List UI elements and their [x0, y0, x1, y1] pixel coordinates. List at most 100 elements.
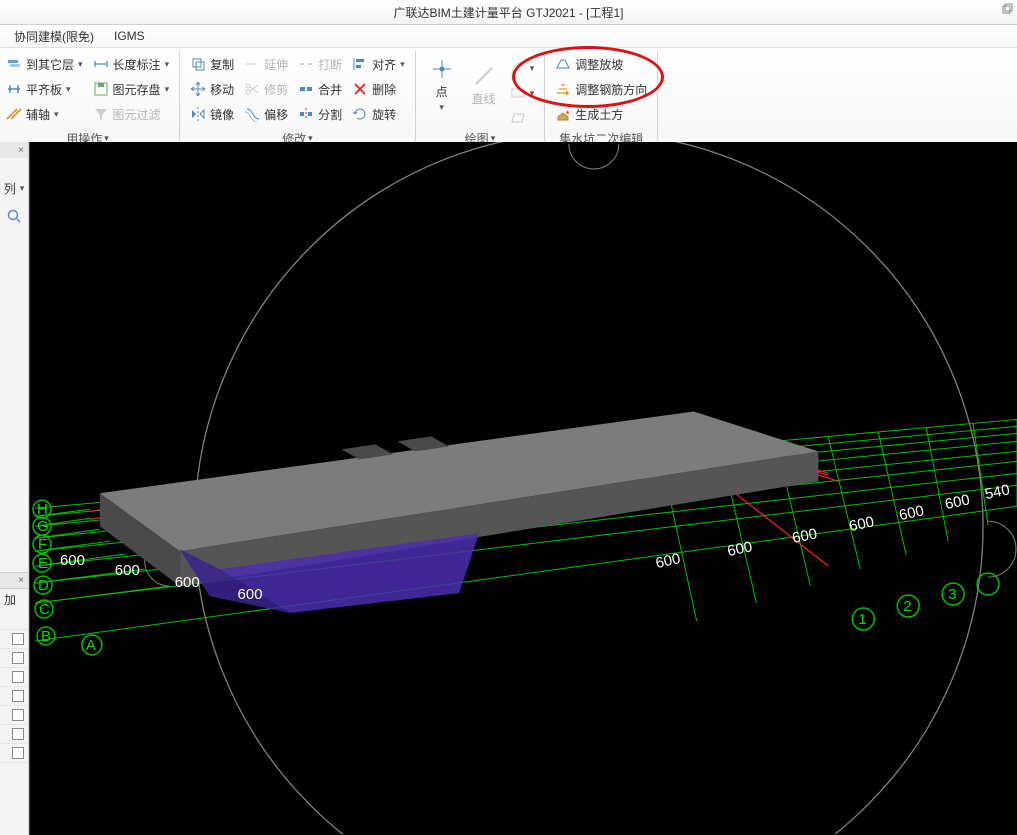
chevron-down-icon: ▾ [78, 59, 83, 70]
checkbox[interactable] [12, 690, 24, 702]
align-button[interactable]: 对齐▾ [348, 53, 409, 75]
chevron-down-icon: ▾ [66, 84, 71, 95]
svg-text:600: 600 [238, 586, 263, 603]
extend-icon [244, 56, 260, 72]
rect-icon [510, 85, 526, 101]
split-icon [298, 106, 314, 122]
aux-axis-button[interactable]: 辅轴▾ [2, 103, 87, 125]
checkbox[interactable] [12, 671, 24, 683]
checkbox[interactable] [12, 652, 24, 664]
title-bar: 广联达BIM土建计量平台 GTJ2021 - [工程1] [0, 0, 1017, 25]
offset-button[interactable]: 偏移 [240, 103, 292, 125]
parallelogram-icon [510, 110, 526, 126]
to-other-layer-button[interactable]: 到其它层▾ [2, 53, 87, 75]
checkbox[interactable] [12, 747, 24, 759]
split-button[interactable]: 分割 [294, 103, 346, 125]
svg-text:600: 600 [848, 513, 876, 535]
property-row[interactable] [0, 630, 28, 649]
svg-text:600: 600 [898, 502, 926, 524]
svg-text:2: 2 [903, 598, 911, 615]
adjust-rebar-dir-button[interactable]: 调整钢筋方向 [551, 78, 651, 100]
earthwork-icon [555, 106, 571, 122]
length-dim-button[interactable]: 长度标注▾ [89, 53, 174, 75]
menu-bar: 协同建模(限免) IGMS [0, 25, 1017, 48]
svg-text:E: E [38, 555, 48, 572]
property-row[interactable] [0, 725, 28, 744]
rotate-icon [352, 106, 368, 122]
line-button: 直线 [464, 55, 504, 115]
svg-text:B: B [41, 628, 51, 645]
rebar-dir-icon [555, 81, 571, 97]
ribbon-group-modify: 复制 移动 镜像 延伸 修剪 偏移 打断 合并 分割 对齐▾ 删除 旋转 修改 … [180, 51, 416, 147]
svg-text:540: 540 [983, 481, 1011, 503]
move-button[interactable]: 移动 [186, 78, 238, 100]
checkbox[interactable] [12, 728, 24, 740]
ribbon-group-sump-edit: 调整放坡 调整钢筋方向 生成土方 集水坑二次编辑 [545, 51, 658, 147]
point-button[interactable]: 点 ▾ [422, 55, 462, 115]
chevron-down-icon: ▾ [54, 109, 59, 120]
property-row[interactable] [0, 744, 28, 763]
merge-button[interactable]: 合并 [294, 78, 346, 100]
more-shapes-button [506, 107, 539, 129]
checkbox[interactable] [12, 709, 24, 721]
extend-button: 延伸 [240, 53, 292, 75]
menu-collab[interactable]: 协同建模(限免) [4, 26, 104, 47]
svg-text:600: 600 [791, 525, 819, 547]
svg-text:A: A [86, 637, 96, 654]
svg-text:D: D [38, 577, 49, 594]
point-icon [430, 57, 454, 81]
panel-close-icon[interactable]: × [0, 573, 28, 589]
copy-button[interactable]: 复制 [186, 53, 238, 75]
align-board-icon [6, 81, 22, 97]
rect-button: ▾ [506, 82, 539, 104]
svg-text:G: G [37, 518, 49, 535]
property-row[interactable] [0, 687, 28, 706]
length-dim-icon [93, 56, 109, 72]
align-icon [352, 56, 368, 72]
copy-icon [190, 56, 206, 72]
svg-text:600: 600 [943, 491, 971, 513]
break-icon [298, 56, 314, 72]
side-panel: × 列 ▾ × 加 [0, 142, 29, 835]
svg-text:H: H [37, 501, 48, 518]
svg-text:C: C [39, 601, 50, 618]
arc-button: ▾ [506, 57, 539, 79]
window-restore-icon[interactable] [1002, 3, 1014, 15]
svg-text:1: 1 [858, 611, 866, 628]
to-other-layer-icon [6, 56, 22, 72]
trim-button: 修剪 [240, 78, 292, 100]
slope-icon [555, 56, 571, 72]
panel-close-icon[interactable]: × [0, 142, 28, 158]
list-button[interactable]: 列 ▾ [0, 178, 28, 198]
mirror-button[interactable]: 镜像 [186, 103, 238, 125]
svg-text:600: 600 [60, 552, 85, 569]
aux-axis-icon [6, 106, 22, 122]
property-row[interactable] [0, 611, 28, 630]
rotate-button[interactable]: 旋转 [348, 103, 409, 125]
move-icon [190, 81, 206, 97]
svg-text:F: F [38, 536, 47, 553]
svg-text:600: 600 [654, 550, 682, 572]
property-row[interactable] [0, 649, 28, 668]
mirror-icon [190, 106, 206, 122]
checkbox[interactable] [12, 633, 24, 645]
chevron-down-icon: ▾ [165, 59, 170, 70]
element-store-icon [93, 81, 109, 97]
generate-earthwork-button[interactable]: 生成土方 [551, 103, 651, 125]
property-row[interactable] [0, 706, 28, 725]
chevron-down-icon: ▾ [439, 102, 444, 113]
menu-igms[interactable]: IGMS [104, 27, 155, 45]
align-board-button[interactable]: 平齐板▾ [2, 78, 87, 100]
funnel-icon [93, 106, 109, 122]
viewport-3d[interactable]: H G F E D C B A 1 2 3 600 600 600 600 60… [29, 142, 1017, 835]
element-store-button[interactable]: 图元存盘▾ [89, 78, 174, 100]
svg-text:600: 600 [115, 562, 140, 579]
delete-button[interactable]: 删除 [348, 78, 409, 100]
offset-icon [244, 106, 260, 122]
chevron-down-icon: ▾ [400, 59, 405, 70]
add-button[interactable]: 加 [0, 589, 28, 611]
property-row[interactable] [0, 668, 28, 687]
search-icon[interactable] [6, 208, 22, 227]
adjust-slope-button[interactable]: 调整放坡 [551, 53, 651, 75]
merge-icon [298, 81, 314, 97]
